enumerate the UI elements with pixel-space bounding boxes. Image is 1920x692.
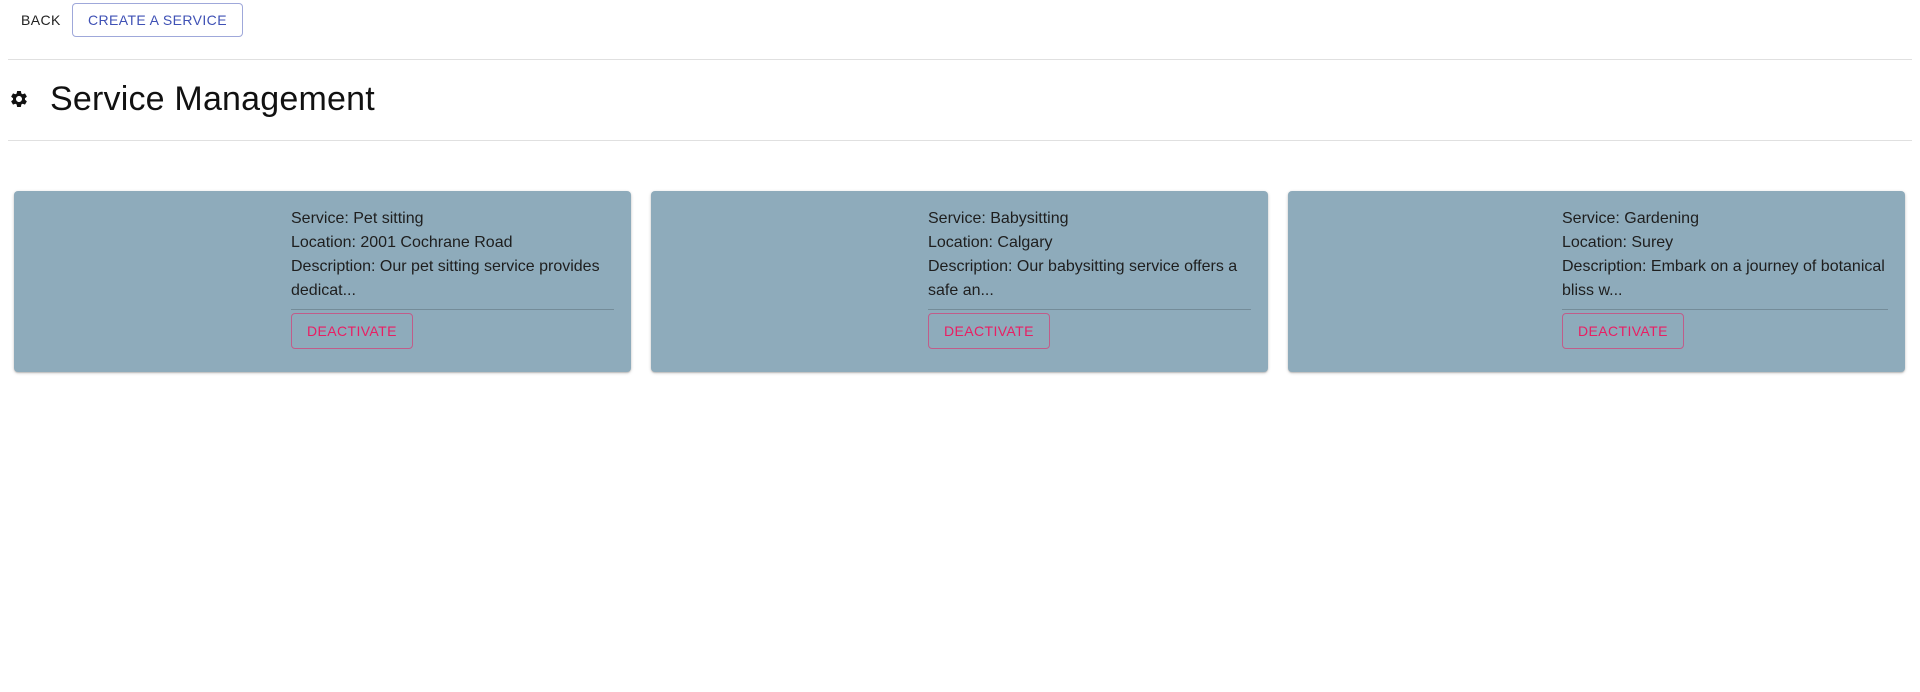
service-card: Service: Pet sitting Location: 2001 Coch…: [14, 191, 631, 372]
service-card: Service: Gardening Location: Surey Descr…: [1288, 191, 1905, 372]
service-card-content: Service: Pet sitting Location: 2001 Coch…: [291, 207, 614, 367]
card-divider: [1562, 309, 1888, 310]
service-card: Service: Babysitting Location: Calgary D…: [651, 191, 1268, 372]
toolbar: BACK CREATE A SERVICE: [0, 0, 1920, 58]
service-location: Location: Surey: [1562, 234, 1674, 251]
service-description: Description: Our pet sitting service pro…: [291, 258, 600, 299]
service-location: Location: 2001 Cochrane Road: [291, 234, 513, 251]
service-card-list: Service: Pet sitting Location: 2001 Coch…: [14, 191, 1906, 372]
service-description: Description: Our babysitting service off…: [928, 258, 1238, 299]
deactivate-button[interactable]: DEACTIVATE: [928, 313, 1050, 349]
divider: [8, 140, 1912, 141]
page-header: Service Management: [8, 66, 375, 132]
create-service-button[interactable]: CREATE A SERVICE: [72, 3, 243, 37]
deactivate-button[interactable]: DEACTIVATE: [1562, 313, 1684, 349]
deactivate-button[interactable]: DEACTIVATE: [291, 313, 413, 349]
service-card-content: Service: Babysitting Location: Calgary D…: [928, 207, 1251, 367]
page-title: Service Management: [50, 79, 375, 118]
service-name: Service: Pet sitting: [291, 210, 424, 227]
service-card-content: Service: Gardening Location: Surey Descr…: [1562, 207, 1888, 367]
divider: [8, 59, 1912, 60]
gear-icon: [8, 88, 30, 110]
card-divider: [291, 309, 614, 310]
service-name: Service: Babysitting: [928, 210, 1069, 227]
card-divider: [928, 309, 1251, 310]
service-name: Service: Gardening: [1562, 210, 1699, 227]
service-description: Description: Embark on a journey of bota…: [1562, 258, 1885, 299]
back-button[interactable]: BACK: [8, 2, 74, 38]
service-location: Location: Calgary: [928, 234, 1053, 251]
